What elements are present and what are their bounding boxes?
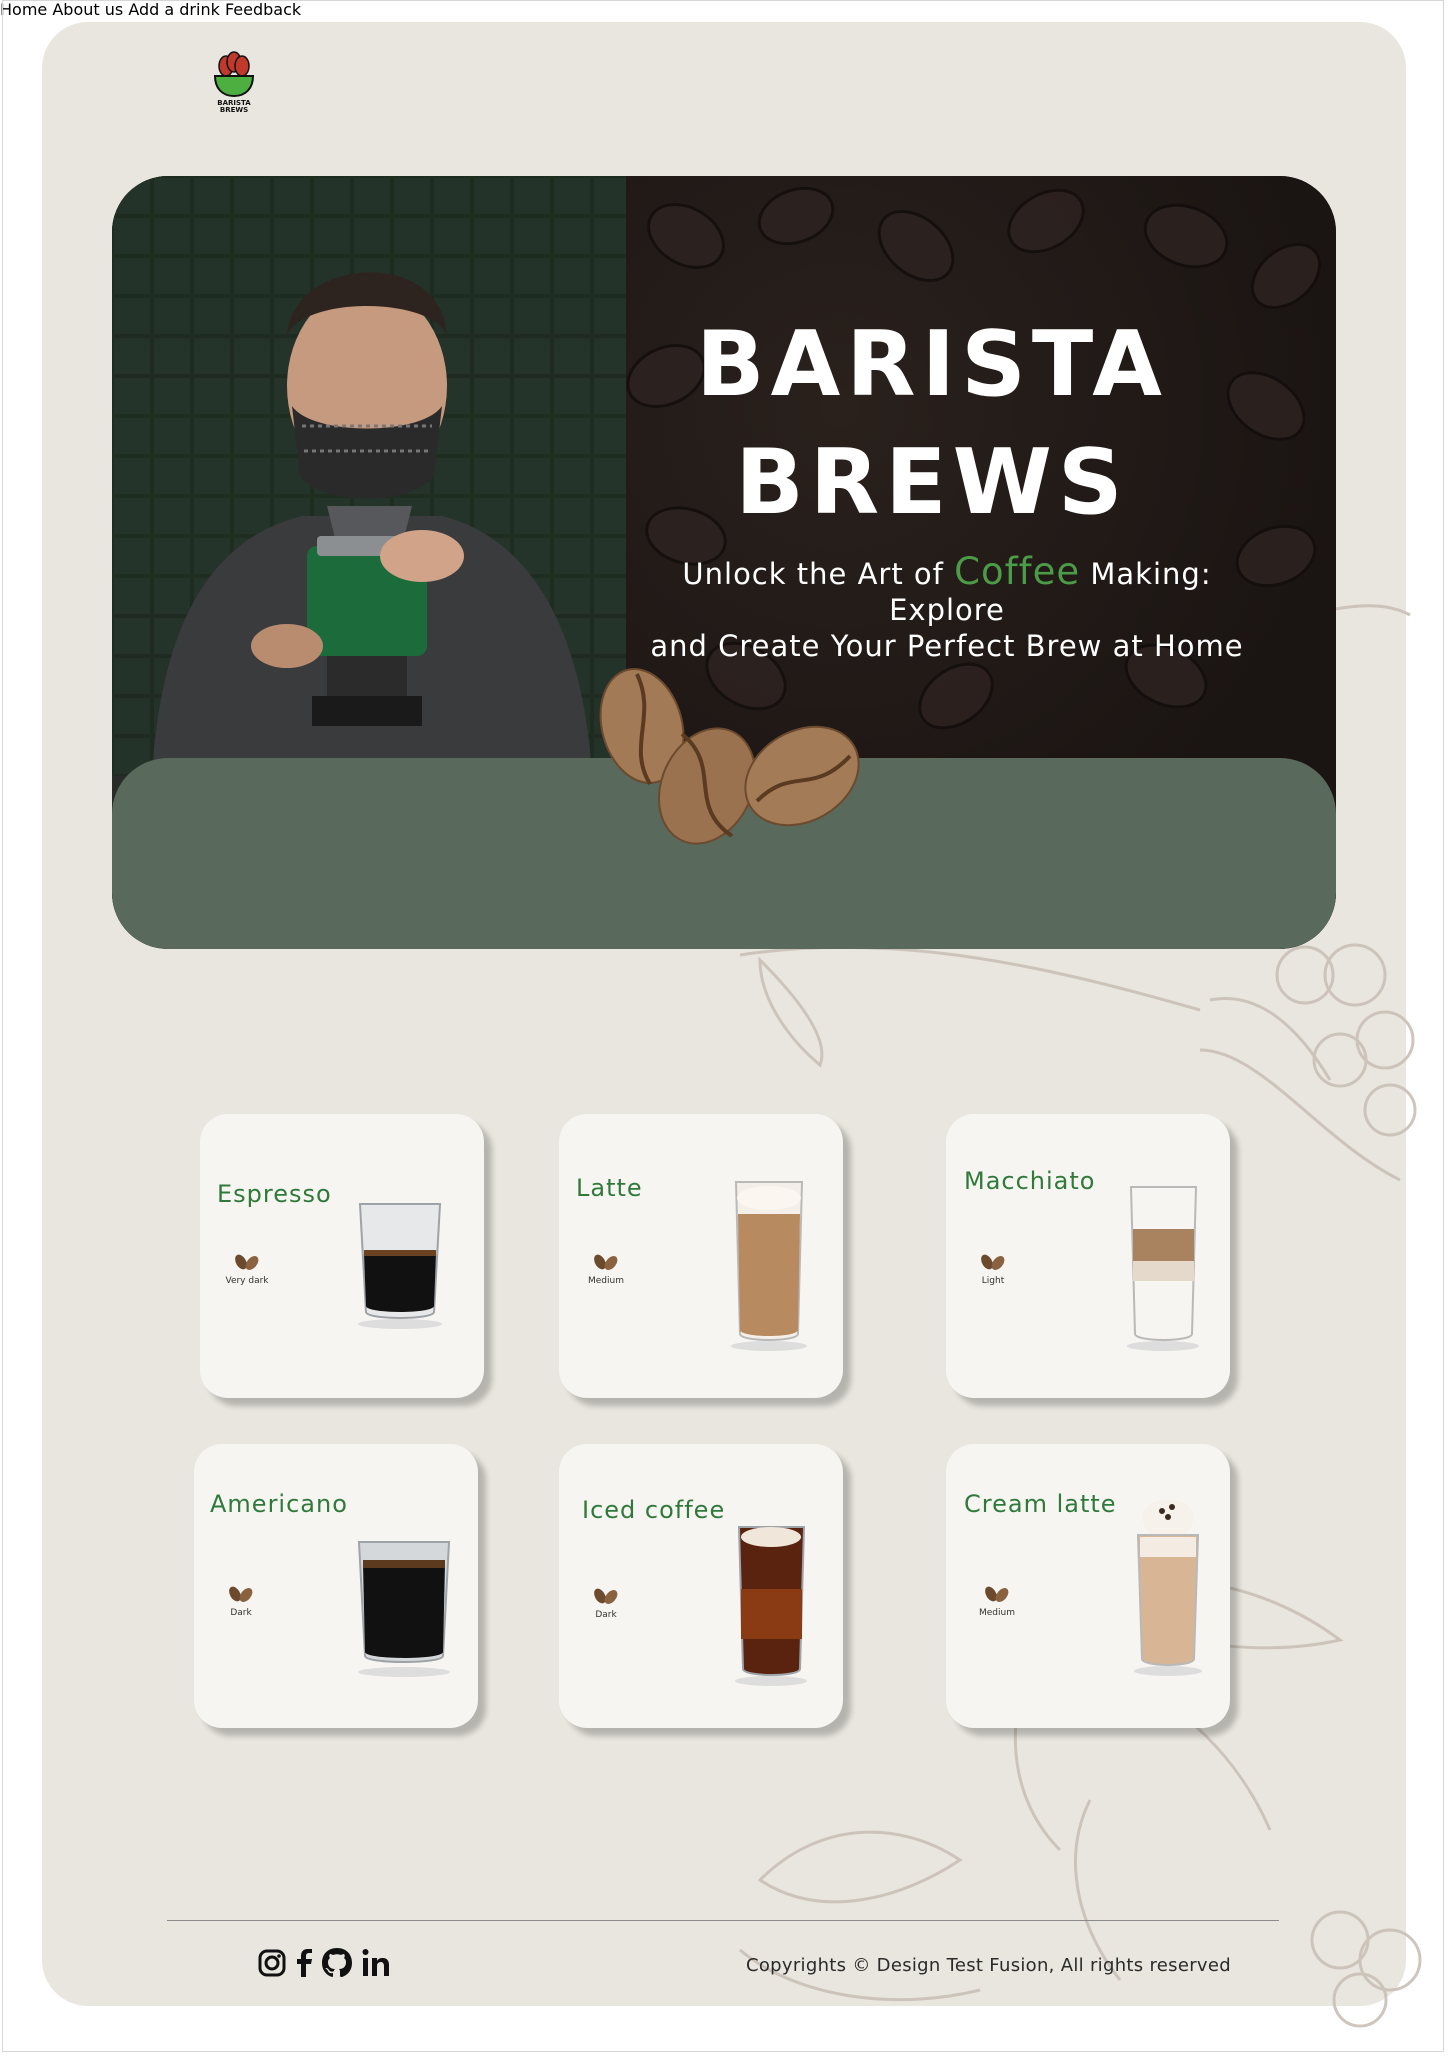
drink-name: Latte	[576, 1174, 643, 1202]
drink-name: Cream latte	[964, 1490, 1117, 1518]
macchiato-glass-image	[1127, 1186, 1199, 1351]
drink-card-cream-latte[interactable]: Cream latte Medium	[946, 1444, 1230, 1728]
americano-glass-image	[357, 1541, 451, 1677]
hero-title: BARISTA BREWS	[696, 312, 1168, 535]
coffee-beans-icon	[235, 1254, 259, 1270]
nav-about-us[interactable]: About us	[52, 0, 123, 19]
roast-level: Dark	[206, 1584, 276, 1618]
hero-subtitle-accent: Coffee	[954, 550, 1081, 593]
barista-illustration	[112, 176, 626, 776]
drink-name: Espresso	[217, 1180, 332, 1208]
coffee-beans-icon	[985, 1586, 1009, 1602]
coffee-beans-icon	[981, 1254, 1005, 1270]
footer-divider	[167, 1920, 1279, 1921]
floating-coffee-beans	[599, 668, 860, 845]
instagram-icon[interactable]	[258, 1945, 286, 1981]
roast-level: Dark	[571, 1586, 641, 1620]
linkedin-icon[interactable]	[361, 1945, 391, 1981]
brand-logo[interactable]: BARISTA BREWS	[210, 50, 258, 120]
drink-card-latte[interactable]: Latte Medium	[559, 1114, 843, 1398]
drink-card-americano[interactable]: Americano Dark	[194, 1444, 478, 1728]
roast-level: Very dark	[212, 1252, 282, 1286]
main-nav: Home About us Add a drink Feedback	[0, 0, 1448, 19]
github-icon[interactable]	[320, 1945, 354, 1981]
hero-banner: BARISTA BREWS Unlock the Art of Coffee M…	[112, 176, 1336, 949]
espresso-glass-image	[358, 1203, 442, 1329]
drink-name: Iced coffee	[582, 1496, 726, 1524]
facebook-icon[interactable]	[294, 1945, 314, 1981]
roast-level: Light	[958, 1252, 1028, 1286]
coffee-beans-icon	[594, 1254, 618, 1270]
latte-glass-image	[731, 1181, 807, 1351]
roast-level: Medium	[962, 1584, 1032, 1618]
roast-level: Medium	[571, 1252, 641, 1286]
cream-latte-glass-image	[1134, 1499, 1202, 1676]
coffee-beans-icon	[594, 1588, 618, 1604]
drink-card-iced-coffee[interactable]: Iced coffee Dark	[559, 1444, 843, 1728]
iced-coffee-glass-image	[735, 1526, 807, 1686]
nav-home[interactable]: Home	[0, 0, 47, 19]
coffee-beans-cup-icon	[213, 51, 255, 98]
drink-card-macchiato[interactable]: Macchiato Light	[946, 1114, 1230, 1398]
nav-add-a-drink[interactable]: Add a drink	[128, 0, 220, 19]
nav-feedback[interactable]: Feedback	[225, 0, 301, 19]
drink-name: Americano	[210, 1490, 348, 1518]
logo-text: BARISTA BREWS	[217, 99, 251, 114]
copyright-text: Copyrights © Design Test Fusion, All rig…	[746, 1955, 1231, 1976]
drink-card-espresso[interactable]: Espresso Very dark	[200, 1114, 484, 1398]
drink-name: Macchiato	[964, 1167, 1096, 1195]
coffee-beans-icon	[229, 1586, 253, 1602]
